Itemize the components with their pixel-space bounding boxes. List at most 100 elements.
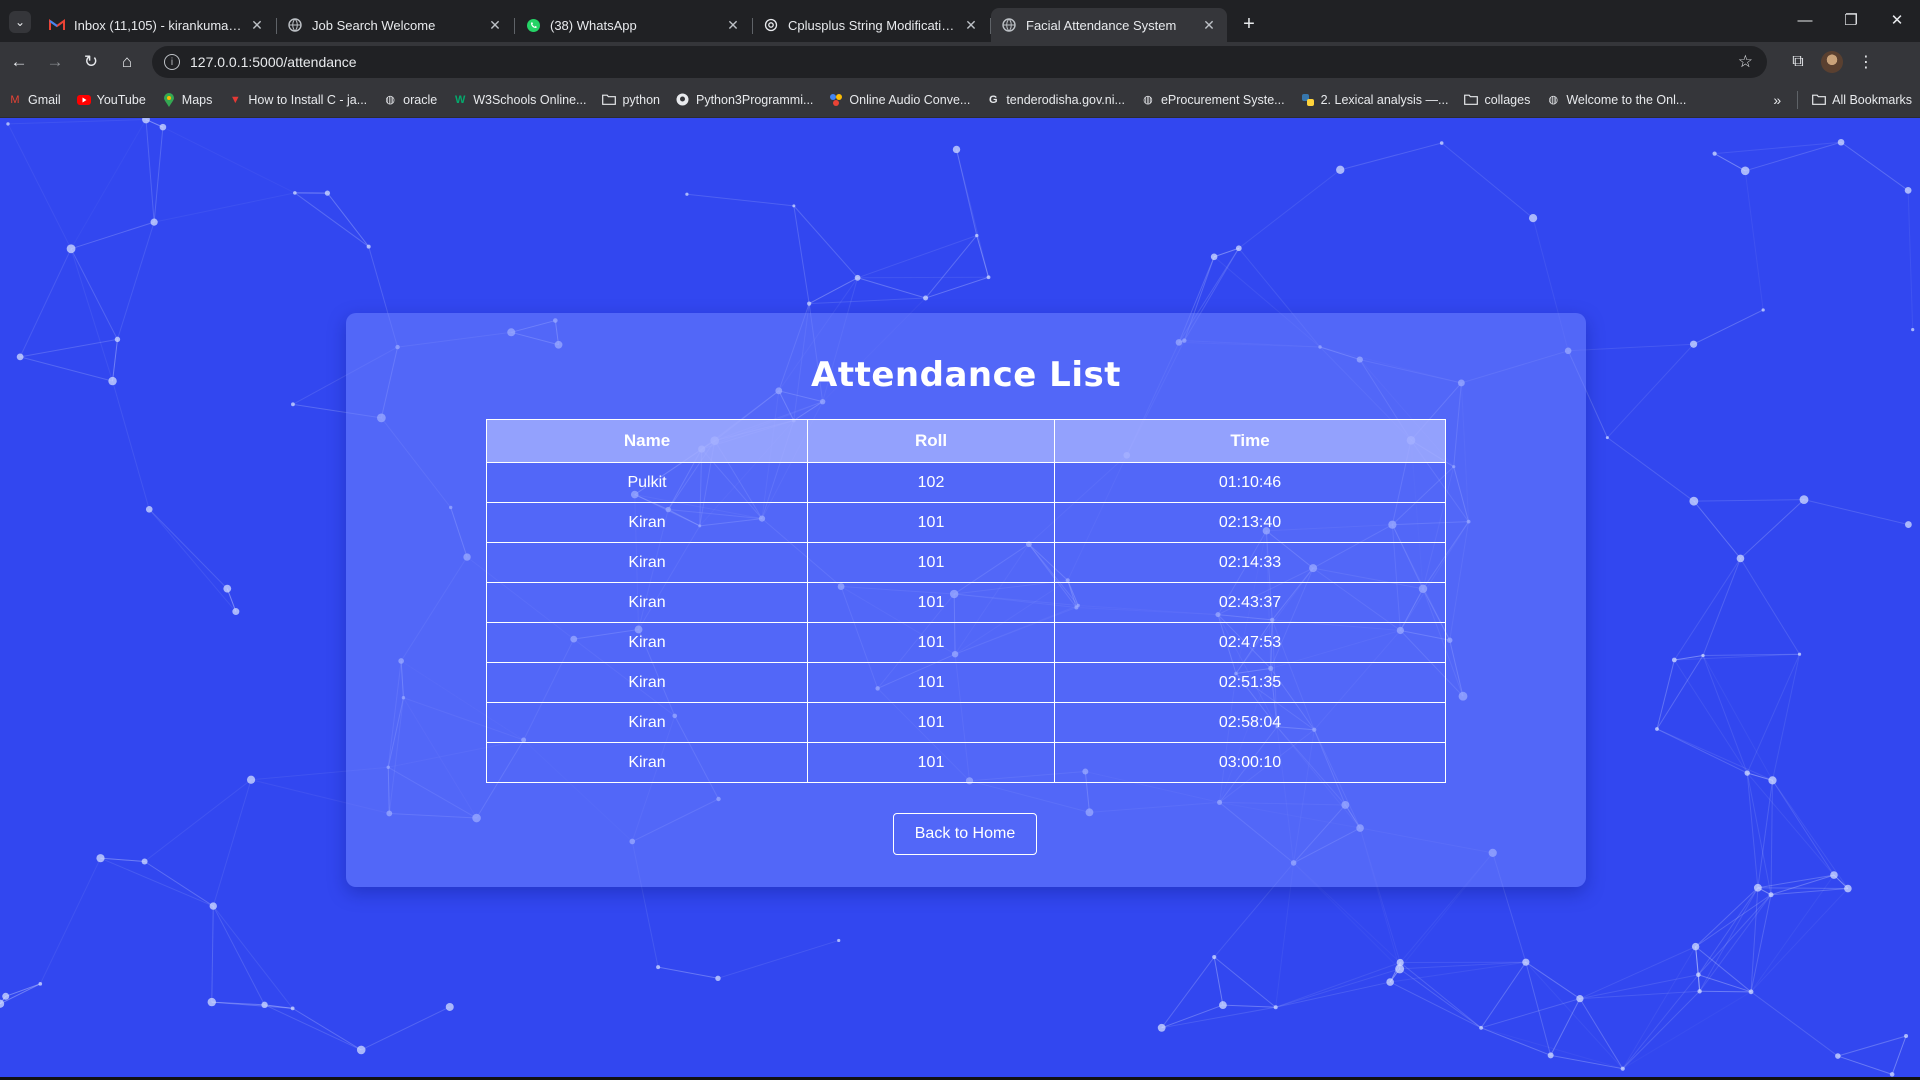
network-node xyxy=(66,244,76,254)
extensions-icon[interactable]: ⧉ xyxy=(1781,45,1815,79)
network-node xyxy=(807,301,812,306)
network-link xyxy=(1702,655,1773,781)
roll-cell: 101 xyxy=(807,542,1055,583)
reload-icon[interactable]: ↻ xyxy=(74,45,108,79)
network-node xyxy=(1837,138,1845,146)
bookmark-maps[interactable]: Maps xyxy=(154,86,221,114)
bookmark-gmail[interactable]: M Gmail xyxy=(0,86,69,114)
network-link xyxy=(39,857,101,985)
tab-search-button[interactable]: ⌄ xyxy=(9,11,31,33)
bookmark-label: Python3Programmi... xyxy=(695,92,814,107)
close-icon[interactable]: ✕ xyxy=(249,17,265,33)
network-link xyxy=(1695,946,1701,992)
network-link xyxy=(1161,956,1215,1029)
network-link xyxy=(1803,499,1909,526)
tab-chatgpt[interactable]: Cplusplus String Modification F ✕ xyxy=(753,8,991,42)
network-node xyxy=(96,854,105,863)
network-link xyxy=(1607,437,1695,502)
tab-job-search[interactable]: Job Search Welcome ✕ xyxy=(277,8,515,42)
network-link xyxy=(1480,961,1527,1029)
back-to-home-button[interactable]: Back to Home xyxy=(893,813,1037,855)
network-node xyxy=(1768,776,1777,785)
network-link xyxy=(19,248,72,358)
bookmark-w3schools[interactable]: W W3Schools Online... xyxy=(445,86,594,114)
roll-cell: 101 xyxy=(807,622,1055,663)
network-node xyxy=(986,275,991,280)
column-header-time: Time xyxy=(1054,419,1446,463)
network-node xyxy=(1830,871,1838,879)
bookmark-lexical-analysis[interactable]: 2. Lexical analysis —... xyxy=(1293,86,1457,114)
url-text[interactable]: 127.0.0.1:5000/attendance xyxy=(190,54,1738,70)
back-icon[interactable]: ← xyxy=(2,45,36,79)
network-node xyxy=(142,118,150,124)
network-link xyxy=(360,1006,450,1051)
bookmark-github[interactable]: Python3Programmi... xyxy=(668,86,821,114)
profile-avatar[interactable] xyxy=(1821,51,1843,73)
network-node xyxy=(1740,166,1750,176)
all-bookmarks[interactable]: All Bookmarks xyxy=(1804,86,1920,114)
bookmark-python-folder[interactable]: python xyxy=(594,86,668,114)
home-icon[interactable]: ⌂ xyxy=(110,45,144,79)
network-link xyxy=(144,861,214,907)
network-node xyxy=(952,145,961,154)
bookmark-install-c[interactable]: ▼ How to Install C - ja... xyxy=(220,86,375,114)
tab-gmail[interactable]: Inbox (11,105) - kirankumarsahu ✕ xyxy=(39,8,277,42)
bookmark-label: eProcurement Syste... xyxy=(1160,92,1285,107)
network-node xyxy=(1671,657,1677,663)
toolbar-right: ⧉ ⋮ xyxy=(1781,45,1883,79)
network-node xyxy=(108,376,117,386)
address-bar[interactable]: i 127.0.0.1:5000/attendance ☆ xyxy=(152,46,1767,78)
bookmarks-overflow-icon[interactable]: » xyxy=(1763,92,1791,108)
bookmark-welcome[interactable]: ◍ Welcome to the Onl... xyxy=(1538,86,1694,114)
network-node xyxy=(261,1001,268,1009)
bookmark-label: W3Schools Online... xyxy=(473,92,587,107)
menu-icon[interactable]: ⋮ xyxy=(1849,45,1883,79)
network-link xyxy=(145,119,155,223)
network-link xyxy=(925,276,989,299)
network-link xyxy=(1622,974,1699,1070)
network-link xyxy=(153,127,164,223)
bookmark-collages-folder[interactable]: collages xyxy=(1456,86,1538,114)
minimize-icon[interactable]: — xyxy=(1782,0,1828,40)
globe-icon xyxy=(287,17,303,33)
network-link xyxy=(20,356,113,382)
network-node xyxy=(1439,141,1444,145)
bookmark-star-icon[interactable]: ☆ xyxy=(1738,52,1753,72)
tab-whatsapp[interactable]: (38) WhatsApp ✕ xyxy=(515,8,753,42)
network-link xyxy=(1714,153,1746,172)
site-info-icon[interactable]: i xyxy=(164,54,180,70)
bookmark-tenderodisha[interactable]: Gtenderodisha.gov.ni... xyxy=(978,86,1133,114)
network-node xyxy=(1701,653,1705,658)
close-icon[interactable]: ✕ xyxy=(487,17,503,33)
bookmark-oracle[interactable]: ◍ oracle xyxy=(375,86,445,114)
network-link xyxy=(1771,654,1801,781)
tab-facial-attendance[interactable]: Facial Attendance System ✕ xyxy=(991,8,1227,42)
new-tab-button[interactable]: + xyxy=(1235,10,1263,38)
tab-title: Inbox (11,105) - kirankumarsahu xyxy=(74,17,243,33)
bookmark-audio-converter[interactable]: Online Audio Conve... xyxy=(821,86,978,114)
tab-title: (38) WhatsApp xyxy=(550,17,637,33)
forward-icon[interactable]: → xyxy=(38,45,72,79)
restore-icon[interactable]: ❐ xyxy=(1828,0,1874,40)
tab-title: Job Search Welcome xyxy=(312,17,436,33)
bookmark-youtube[interactable]: YouTube xyxy=(69,86,154,114)
network-link xyxy=(1399,968,1482,1029)
network-link xyxy=(1238,169,1341,249)
close-window-icon[interactable]: ✕ xyxy=(1874,0,1920,40)
close-icon[interactable]: ✕ xyxy=(963,17,979,33)
bookmark-eprocurement[interactable]: ◍ eProcurement Syste... xyxy=(1133,86,1293,114)
attendance-card: Attendance List Name Roll Time Pulkit 102… xyxy=(346,313,1586,887)
network-link xyxy=(1750,888,1849,993)
network-link xyxy=(1757,874,1835,889)
network-link xyxy=(294,192,369,247)
youtube-icon xyxy=(76,93,91,107)
close-icon[interactable]: ✕ xyxy=(725,17,741,33)
network-link xyxy=(808,277,858,305)
network-link xyxy=(1275,962,1401,1008)
audio-icon xyxy=(829,93,843,107)
network-node xyxy=(1904,186,1912,194)
close-icon[interactable]: ✕ xyxy=(1201,17,1217,33)
network-link xyxy=(1656,728,1748,774)
network-link xyxy=(327,192,370,247)
network-node xyxy=(1904,521,1912,528)
